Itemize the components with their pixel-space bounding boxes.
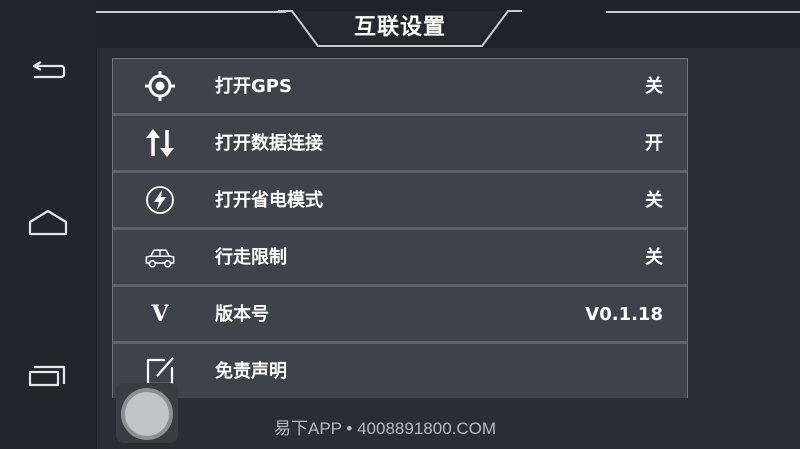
car-icon: [143, 240, 177, 274]
setting-label: 打开省电模式: [215, 190, 323, 211]
nav-rail: [0, 0, 97, 449]
setting-label: 免责声明: [215, 361, 287, 382]
watermark-text: 易下APP • 4008891800.COM: [274, 419, 497, 438]
setting-value: 开: [645, 133, 663, 154]
recent-apps-icon: [28, 365, 66, 387]
settings-list: 打开GPS 关 打开数据连接 开 打开省电模式 关 行走限制 关 V 版本号 V…: [112, 58, 688, 398]
back-arrow-icon: [32, 61, 66, 79]
power-saving-bolt-icon: [143, 183, 177, 217]
setting-value: 关: [645, 76, 663, 97]
assistive-touch-dot: [125, 392, 169, 436]
setting-value: 关: [645, 190, 663, 211]
title-tab: 互联设置: [278, 0, 522, 48]
setting-value: 关: [645, 247, 663, 268]
setting-row-power-saving[interactable]: 打开省电模式 关: [113, 173, 687, 227]
data-transfer-arrows-icon: [143, 126, 177, 160]
setting-label: 版本号: [215, 304, 269, 325]
version-v-glyph: V: [151, 301, 169, 327]
setting-row-data-connection[interactable]: 打开数据连接 开: [113, 116, 687, 170]
version-v-icon: V: [143, 297, 177, 331]
page-title: 互联设置: [353, 15, 446, 40]
setting-label: 打开数据连接: [215, 133, 323, 154]
header-divider-left: [96, 11, 286, 13]
back-button[interactable]: [24, 54, 72, 90]
home-icon: [28, 209, 68, 236]
setting-row-disclaimer[interactable]: 免责声明: [113, 344, 687, 398]
assistive-touch-button[interactable]: [116, 383, 178, 443]
setting-row-driving-restriction[interactable]: 行走限制 关: [113, 230, 687, 284]
setting-row-version[interactable]: V 版本号 V0.1.18: [113, 287, 687, 341]
home-button[interactable]: [24, 204, 72, 240]
setting-row-gps[interactable]: 打开GPS 关: [113, 59, 687, 113]
setting-label: 打开GPS: [215, 76, 292, 97]
gps-target-icon: [143, 69, 177, 103]
header-divider-right: [606, 11, 800, 13]
screen: 互联设置 打开GPS 关 打开数据连接 开 打开省电模式 关 行走限制 关 V …: [0, 0, 800, 449]
setting-label: 行走限制: [215, 247, 287, 268]
recent-apps-button[interactable]: [24, 356, 72, 392]
setting-value: V0.1.18: [585, 304, 663, 325]
